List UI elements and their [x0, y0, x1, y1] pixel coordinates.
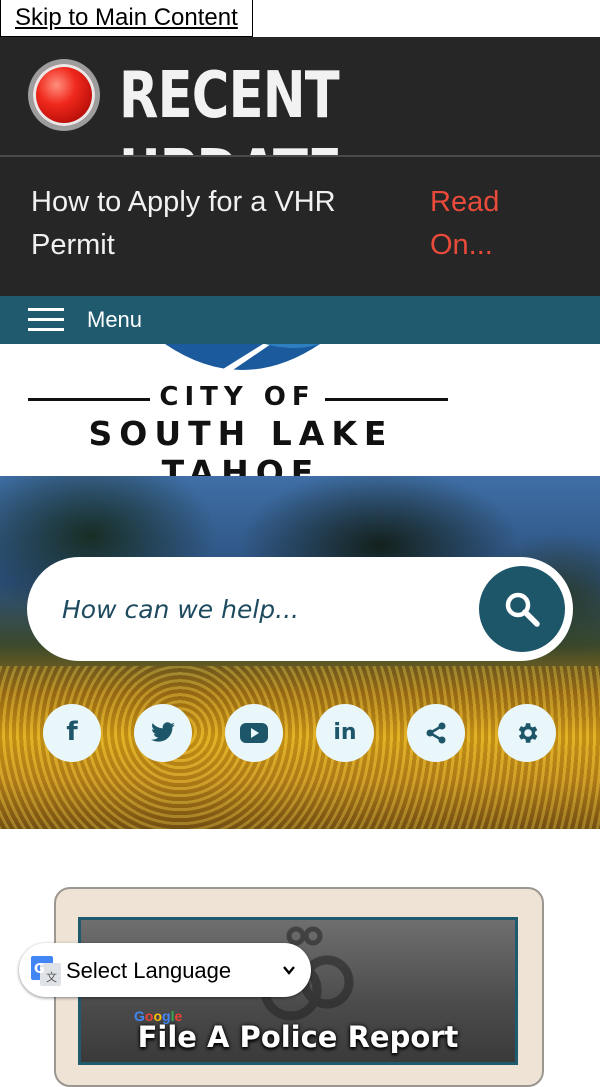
google-translate-icon: G 文 [31, 956, 61, 986]
share-icon[interactable] [407, 704, 465, 762]
language-select-label[interactable]: Select Language [66, 958, 231, 984]
gear-icon[interactable] [498, 704, 556, 762]
hero-banner: f in [0, 476, 600, 829]
search-box [27, 557, 573, 661]
twitter-icon[interactable] [134, 704, 192, 762]
logo-emblem-icon [165, 344, 320, 374]
alert-indicator-icon [33, 64, 95, 126]
police-report-title[interactable]: File A Police Report [81, 1020, 515, 1054]
alert-banner: RECENT UPDATE [0, 37, 600, 211]
skip-to-main-link[interactable]: Skip to Main Content [0, 0, 253, 37]
logo-text-city-of[interactable]: CITY OF [150, 382, 325, 412]
logo-rule-right [325, 398, 448, 401]
facebook-icon[interactable]: f [43, 704, 101, 762]
search-button[interactable] [479, 566, 565, 652]
social-links: f in [0, 704, 600, 764]
alert-news-item: How to Apply for a VHR Permit Read On... [0, 157, 600, 296]
chevron-down-icon[interactable] [282, 963, 296, 977]
read-on-link[interactable]: Read On... [430, 181, 560, 267]
hamburger-icon[interactable] [28, 308, 64, 332]
svg-text:文: 文 [46, 970, 57, 984]
search-icon [505, 592, 540, 627]
logo-rule-left [28, 398, 150, 401]
language-selector[interactable]: G 文 Select Language [19, 943, 311, 997]
google-attribution: Google [134, 1008, 183, 1024]
search-input[interactable] [62, 587, 462, 631]
alert-headline[interactable]: How to Apply for a VHR Permit [31, 181, 381, 267]
linkedin-icon[interactable]: in [316, 704, 374, 762]
youtube-icon[interactable] [225, 704, 283, 762]
svg-text:G: G [34, 962, 45, 977]
menu-bar[interactable]: Menu [0, 296, 600, 344]
menu-label[interactable]: Menu [87, 307, 142, 333]
